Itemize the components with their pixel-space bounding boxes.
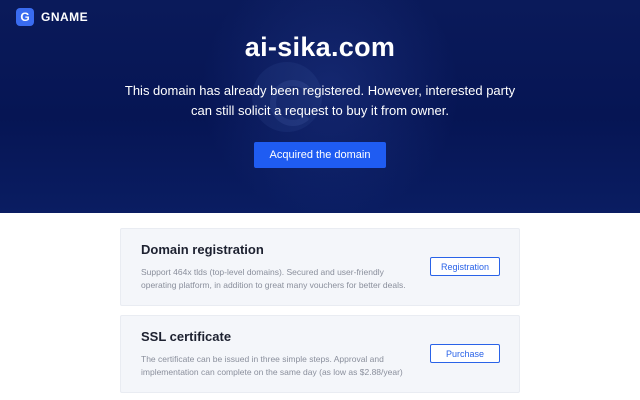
card-title: SSL certificate — [141, 329, 232, 344]
card-description: Support 464x tlds (top-level domains). S… — [141, 267, 406, 290]
hero-description: This domain has already been registered.… — [124, 83, 516, 118]
purchase-button[interactable]: Purchase — [430, 344, 500, 363]
acquire-domain-button[interactable]: Acquired the domain — [254, 142, 386, 168]
ssl-certificate-card: SSL certificate The certificate can be i… — [120, 315, 520, 393]
brand-logo[interactable]: G GNAME — [16, 8, 88, 26]
hero-banner: G GNAME ai-sika.com This domain has alre… — [0, 0, 640, 213]
gname-logo-icon: G — [16, 8, 34, 26]
domain-registration-card: Domain registration Support 464x tlds (t… — [120, 228, 520, 306]
brand-name: GNAME — [41, 10, 89, 24]
card-description: The certificate can be issued in three s… — [141, 354, 403, 377]
domain-title: ai-sika.com — [244, 32, 396, 62]
card-title: Domain registration — [141, 242, 264, 257]
registration-button[interactable]: Registration — [430, 257, 500, 276]
